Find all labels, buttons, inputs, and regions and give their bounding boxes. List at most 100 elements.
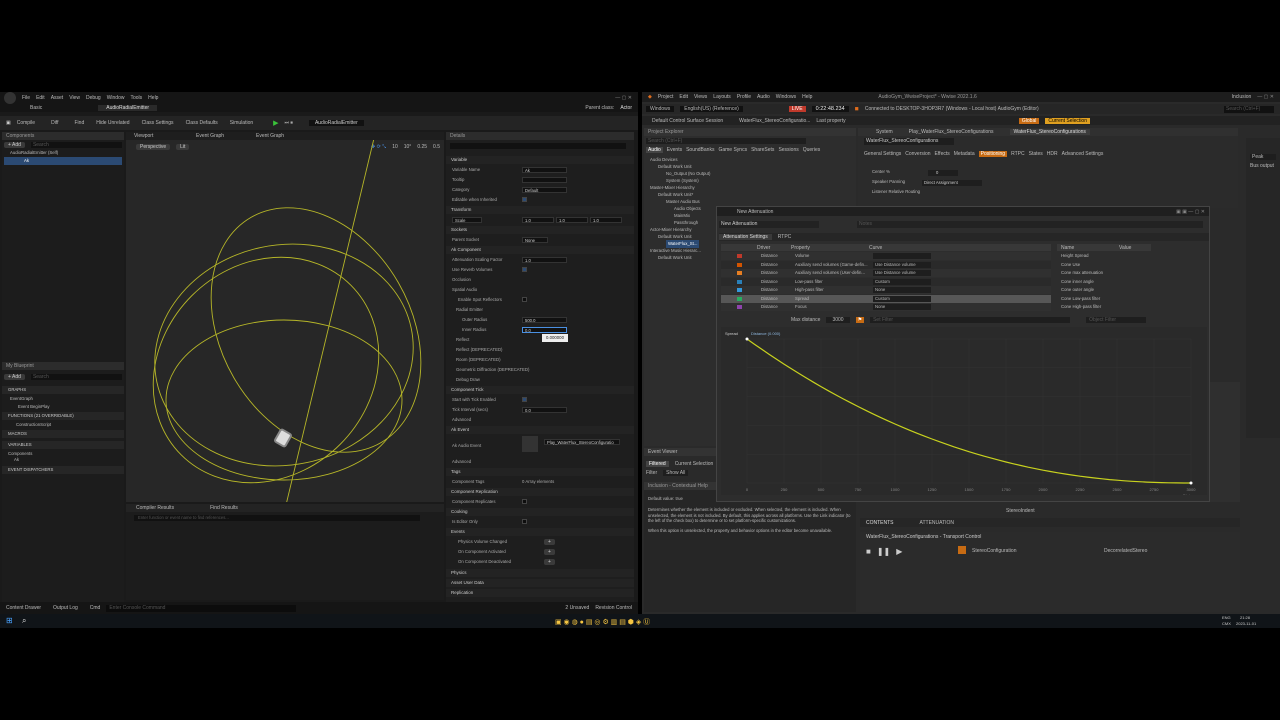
variable-section[interactable]: Variable	[446, 156, 634, 164]
add-event-button-3[interactable]: +	[544, 559, 555, 565]
tab-states[interactable]: States	[1029, 151, 1043, 157]
object-name-field[interactable]: WaterFlux_StereoConfigurations	[864, 138, 954, 145]
window-controls[interactable]: — ▢ ✕	[615, 95, 632, 101]
curve-grid-row[interactable]: Distance Focus None	[721, 303, 1051, 311]
tree-default-work-unit-4[interactable]: Default Work Unit	[658, 254, 692, 262]
revision-control[interactable]: Revision Control	[595, 605, 632, 611]
play-icon-wwise[interactable]: ▶	[896, 547, 902, 556]
object-filter-input[interactable]: Object Filter	[1086, 317, 1147, 323]
ww-menu-audio[interactable]: Audio	[757, 94, 770, 100]
cmd-dropdown[interactable]: Cmd	[90, 605, 101, 611]
tab-game-syncs[interactable]: Game Syncs	[718, 147, 747, 153]
taskbar-apps[interactable]: ▣ ◉ ◍ ● ▤ ◎ ⚙ ▥ ▤ ⬢ ◈ Ⓤ	[555, 617, 650, 627]
tab-hdr[interactable]: HDR	[1047, 151, 1058, 157]
tab-current-selection[interactable]: Current Selection	[675, 461, 714, 467]
scale-z-input[interactable]: 1.0	[590, 217, 622, 223]
tab-effects[interactable]: Effects	[935, 151, 950, 157]
curve-grid-row[interactable]: Distance Auxiliary send volumes (Game-def…	[721, 260, 1051, 269]
tab-audio[interactable]: Audio	[646, 146, 663, 153]
unsaved-count[interactable]: 2 Unsaved	[565, 605, 589, 611]
bp-functions[interactable]: FUNCTIONS (21 OVERRIDABLE)	[2, 412, 124, 420]
curve-grid-row[interactable]: Distance Auxiliary send volumes (User-def…	[721, 269, 1051, 277]
debug-draw-row[interactable]: Debug Draw	[456, 376, 636, 384]
show-all-dropdown[interactable]: Show All	[663, 470, 689, 476]
inner-radius-input[interactable]: 0.0	[522, 327, 567, 333]
tab-atten-rtpc[interactable]: RTPC	[778, 234, 792, 240]
step-icon[interactable]: ⏭ ⏹	[285, 120, 293, 126]
tick-interval-input[interactable]: 0.0	[522, 407, 567, 413]
tooltip-input[interactable]	[522, 177, 567, 183]
category-dropdown[interactable]: Default	[522, 187, 567, 193]
tab-waterflux-event[interactable]: WaterFlux_StereoConfiguratio...	[739, 118, 810, 124]
outer-radius-input[interactable]: 500.0	[522, 317, 567, 323]
start-icon[interactable]: ⊞	[6, 616, 13, 625]
reflect-row[interactable]: Reflect	[456, 336, 636, 344]
tab-viewport[interactable]: Viewport	[134, 133, 153, 139]
replication-section[interactable]: Component Replication	[446, 488, 634, 496]
speaker-panning-dropdown[interactable]: Direct Assignment	[922, 180, 982, 186]
layout-dropdown[interactable]: Windows	[646, 106, 675, 112]
diffraction-row[interactable]: Geometric Diffraction (DEPRECATED)	[456, 366, 636, 374]
tab-contents[interactable]: CONTENTS	[866, 520, 894, 526]
cone-prop-row[interactable]: Cone max attenuation	[1057, 269, 1151, 277]
live-badge[interactable]: LIVE	[788, 106, 806, 112]
transport-speaker-icon[interactable]	[958, 546, 966, 554]
tab-rtpc[interactable]: RTPC	[1011, 151, 1025, 157]
menu-tools[interactable]: Tools	[130, 95, 142, 101]
tab-audio-radial-emitter[interactable]: AudioRadialEmitter	[98, 105, 158, 111]
tab-basic[interactable]: Basic	[30, 105, 42, 111]
replication-section-2[interactable]: Replication	[446, 589, 634, 597]
tab-waterflux-object[interactable]: WaterFlux_StereoConfigurations	[1009, 129, 1090, 135]
peak-dropdown[interactable]: Peak	[1250, 154, 1276, 160]
bp-eventgraph[interactable]: EventGraph	[10, 395, 33, 403]
attenuation-window-controls[interactable]: ▣ ▣ — ▢ ✕	[1176, 209, 1205, 215]
ww-menu-edit[interactable]: Edit	[679, 94, 688, 100]
simulation-button[interactable]: Simulation	[230, 120, 253, 126]
viewport[interactable]: Perspective Lit ✥ ⟳ ⤡ 10 10° 0.25 0.5	[126, 140, 444, 502]
tab-event-graph-1[interactable]: Event Graph	[196, 133, 224, 139]
console-command-input[interactable]: Enter Console Command	[106, 604, 297, 612]
cone-prop-row[interactable]: Cone outer angle	[1057, 286, 1151, 294]
tags-section[interactable]: Tags	[446, 468, 634, 476]
tab-control-surface-session[interactable]: Default Control Surface Session	[652, 118, 723, 124]
add-button[interactable]: + Add	[4, 373, 25, 380]
ww-menu-views[interactable]: Views	[694, 94, 707, 100]
curve-grid-row[interactable]: Distance Volume	[721, 252, 1051, 260]
bp-var-ak[interactable]: Ak	[14, 456, 19, 464]
add-event-button-2[interactable]: +	[544, 549, 555, 555]
ww-menu-windows[interactable]: Windows	[776, 94, 796, 100]
tab-attenuation-settings[interactable]: Attenuation Settings	[719, 234, 772, 240]
my-blueprint-search[interactable]: Search	[30, 373, 122, 380]
tab-advanced-settings[interactable]: Advanced Settings	[1062, 151, 1104, 157]
parent-socket-value[interactable]: None	[522, 237, 548, 243]
tab-sharesets[interactable]: ShareSets	[751, 147, 774, 153]
taskbar-lang[interactable]: ENG	[1222, 615, 1231, 620]
bp-event-beginplay[interactable]: Event BeginPlay	[18, 403, 50, 411]
grid-curve[interactable]: None	[873, 304, 931, 310]
tab-system[interactable]: System	[876, 129, 893, 135]
find-input[interactable]: Enter function or event name to find ref…	[134, 515, 420, 521]
add-component-button[interactable]: + Add	[4, 141, 25, 148]
pause-icon[interactable]: ❚❚	[877, 547, 890, 556]
grid-curve[interactable]	[873, 253, 931, 259]
tab-filtered[interactable]: Filtered	[646, 461, 669, 467]
hide-unrelated-button[interactable]: Hide Unrelated	[96, 120, 129, 126]
comp-replicates-checkbox[interactable]	[522, 499, 527, 504]
grid-curve[interactable]: Use Distance volume	[873, 261, 931, 268]
debug-object-dropdown[interactable]: AudioRadialEmitter	[308, 120, 364, 126]
scale-y-input[interactable]: 1.0	[556, 217, 588, 223]
curve-grid-row[interactable]: Distance High-pass filter None	[721, 286, 1051, 294]
component-tick-section[interactable]: Component Tick	[446, 386, 634, 394]
scale-x-input[interactable]: 1.0	[522, 217, 554, 223]
compile-button[interactable]: Compile	[17, 120, 35, 126]
advanced-row[interactable]: Advanced	[452, 416, 632, 424]
cone-prop-row[interactable]: Cone Use	[1057, 261, 1151, 269]
class-settings-button[interactable]: Class Settings	[142, 120, 174, 126]
connect-icon[interactable]: ◼	[855, 106, 859, 112]
advanced-row-2[interactable]: Advanced	[452, 458, 632, 466]
tab-attenuation[interactable]: ATTENUATION	[920, 520, 955, 526]
cone-prop-row[interactable]: Cone inner angle	[1057, 278, 1151, 286]
menu-window[interactable]: Window	[107, 95, 125, 101]
var-name-input[interactable]: Ak	[522, 167, 567, 173]
ak-component-section[interactable]: Ak Component	[446, 246, 634, 254]
